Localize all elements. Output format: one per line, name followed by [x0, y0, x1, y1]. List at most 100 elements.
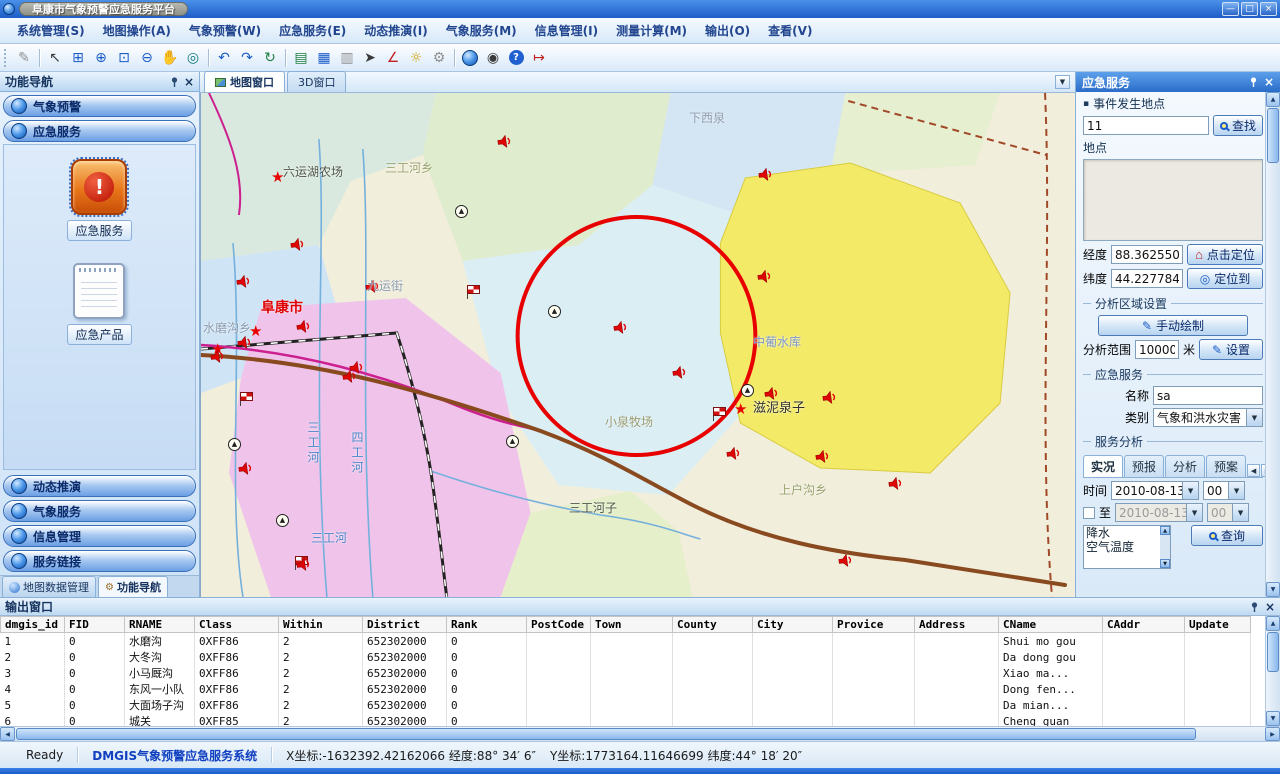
output-horizontal-scrollbar[interactable]: ◀ ▶ [0, 726, 1280, 741]
help-icon[interactable]: ? [505, 47, 527, 69]
column-header[interactable]: Rank [447, 617, 527, 633]
nav-group-service-links[interactable]: 服务链接 [3, 550, 196, 572]
measure-icon[interactable]: ∠ [382, 47, 404, 69]
refresh-icon[interactable]: ↻ [259, 47, 281, 69]
column-header[interactable]: Update [1185, 617, 1251, 633]
menu-item[interactable]: 动态推演(I) [355, 19, 436, 42]
search-button[interactable]: 查找 [1213, 115, 1263, 136]
zoom-out-icon[interactable]: ⊖ [136, 47, 158, 69]
scroll-right-icon[interactable]: ▶ [1265, 727, 1280, 741]
menu-item[interactable]: 应急服务(E) [270, 19, 355, 42]
list-item[interactable]: 降水 [1084, 526, 1159, 540]
element-list-box[interactable]: 降水 空气温度 ▲ ▼ [1083, 525, 1171, 569]
table-row[interactable]: 50大面场子沟0XFF86 26523020000 Da mian... [1, 697, 1251, 713]
menu-item[interactable]: 测量计算(M) [607, 19, 696, 42]
tab-map-data-management[interactable]: 地图数据管理 [2, 576, 96, 597]
menu-item[interactable]: 输出(O) [696, 19, 759, 42]
scroll-thumb[interactable] [16, 728, 1196, 740]
longitude-input[interactable] [1111, 245, 1183, 264]
tab-live[interactable]: 实况 [1083, 455, 1123, 477]
set-range-button[interactable]: ✎ 设置 [1199, 339, 1263, 360]
tab-function-navigation[interactable]: ⚙ 功能导航 [98, 576, 168, 597]
image-map-icon[interactable]: ▦ [313, 47, 335, 69]
select-arrow-icon[interactable]: ↖ [44, 47, 66, 69]
emergency-service-shortcut[interactable]: ! 应急服务 [67, 159, 131, 241]
chevron-down-icon[interactable]: ▼ [1228, 482, 1244, 499]
tab-3d-window[interactable]: 3D窗口 [287, 71, 346, 92]
select-area-icon[interactable]: ⊞ [67, 47, 89, 69]
tab-plan[interactable]: 预案 [1206, 455, 1246, 477]
column-header[interactable]: Address [915, 617, 999, 633]
table-row[interactable]: 20大冬沟0XFF86 26523020000 Da dong gou [1, 649, 1251, 665]
nav-group-weather-warning[interactable]: 气象预警 [3, 95, 196, 117]
scroll-thumb[interactable] [1267, 108, 1279, 163]
nav-group-weather-service[interactable]: 气象服务 [3, 500, 196, 522]
menu-item[interactable]: 地图操作(A) [94, 19, 180, 42]
menu-item[interactable]: 查看(V) [759, 19, 821, 42]
scroll-down-icon[interactable]: ▼ [1266, 711, 1280, 726]
column-header[interactable]: Class [195, 617, 279, 633]
nav-group-emergency-service[interactable]: 应急服务 [3, 120, 196, 142]
minimize-button[interactable]: — [1222, 2, 1239, 16]
pan-hand-icon[interactable]: ✋ [159, 47, 181, 69]
menu-item[interactable]: 气象服务(M) [437, 19, 526, 42]
table-row[interactable]: 10水磨沟0XFF86 26523020000 Shui mo gou [1, 633, 1251, 650]
to-checkbox[interactable] [1083, 507, 1095, 519]
column-header[interactable]: Provice [833, 617, 915, 633]
scroll-thumb[interactable] [1267, 632, 1279, 672]
eye-icon[interactable]: ◉ [482, 47, 504, 69]
table-row[interactable]: 60城关0XFF85 26523020000 Cheng guan [1, 713, 1251, 726]
pin-icon[interactable] [170, 77, 179, 87]
full-extent-icon[interactable]: ◎ [182, 47, 204, 69]
menu-item[interactable]: 气象预警(W) [180, 19, 270, 42]
map-canvas[interactable]: ▲▲▲▲▲▲ ★★★★ [200, 93, 1075, 597]
column-header[interactable]: dmgis_id [1, 617, 65, 633]
tab-list-dropdown[interactable]: ▼ [1055, 75, 1070, 89]
scroll-up-icon[interactable]: ▲ [1266, 92, 1280, 107]
emergency-product-shortcut[interactable]: 应急产品 [67, 263, 131, 345]
scroll-down-icon[interactable]: ▼ [1160, 559, 1170, 568]
start-date-combo[interactable]: 2010-08-13 ▼ [1111, 481, 1199, 500]
identify-bulb-icon[interactable]: ☼ [405, 47, 427, 69]
column-header[interactable]: District [363, 617, 447, 633]
tab-map-window[interactable]: 地图窗口 [204, 71, 285, 92]
table-row[interactable]: 40东风一小队0XFF86 26523020000 Dong fen... [1, 681, 1251, 697]
toolbar-grip[interactable] [4, 49, 8, 67]
settings-gear-icon[interactable]: ⚙ [428, 47, 450, 69]
column-header[interactable]: FID [65, 617, 125, 633]
column-header[interactable]: Town [591, 617, 673, 633]
query-button[interactable]: 查询 [1191, 525, 1263, 546]
nav-group-dynamic-deduction[interactable]: 动态推演 [3, 475, 196, 497]
globe-icon[interactable] [459, 47, 481, 69]
tab-forecast[interactable]: 预报 [1124, 455, 1164, 477]
column-header[interactable]: CAddr [1103, 617, 1185, 633]
chevron-down-icon[interactable]: ▼ [1182, 482, 1198, 499]
analysis-range-input[interactable] [1135, 340, 1179, 359]
edit-pencil-icon[interactable]: ✎ [13, 47, 35, 69]
end-hour-combo[interactable]: 00 ▼ [1207, 503, 1249, 522]
pointer-icon[interactable]: ➤ [359, 47, 381, 69]
column-header[interactable]: CName [999, 617, 1103, 633]
list-item[interactable]: 空气温度 [1084, 540, 1159, 554]
nav-group-information-management[interactable]: 信息管理 [3, 525, 196, 547]
previous-view-icon[interactable]: ↶ [213, 47, 235, 69]
list-scrollbar[interactable]: ▲ ▼ [1160, 526, 1170, 568]
close-icon[interactable]: × [1264, 77, 1274, 87]
locate-to-button[interactable]: ◎ 定位到 [1187, 268, 1263, 289]
tab-analysis[interactable]: 分析 [1165, 455, 1205, 477]
output-vertical-scrollbar[interactable]: ▲ ▼ [1265, 616, 1280, 726]
print-icon[interactable]: ▥ [336, 47, 358, 69]
service-name-input[interactable] [1153, 386, 1263, 405]
pin-icon[interactable] [1250, 602, 1259, 612]
next-view-icon[interactable]: ↷ [236, 47, 258, 69]
end-date-combo[interactable]: 2010-08-13 ▼ [1115, 503, 1203, 522]
menu-item[interactable]: 信息管理(I) [526, 19, 607, 42]
zoom-window-icon[interactable]: ⊡ [113, 47, 135, 69]
tab-scroll-left-icon[interactable]: ◀ [1247, 464, 1260, 477]
menu-item[interactable]: 系统管理(S) [8, 19, 94, 42]
close-icon[interactable]: × [1265, 602, 1275, 612]
column-header[interactable]: PostCode [527, 617, 591, 633]
maximize-button[interactable]: □ [1241, 2, 1258, 16]
pin-icon[interactable] [1249, 77, 1258, 87]
column-header[interactable]: County [673, 617, 753, 633]
